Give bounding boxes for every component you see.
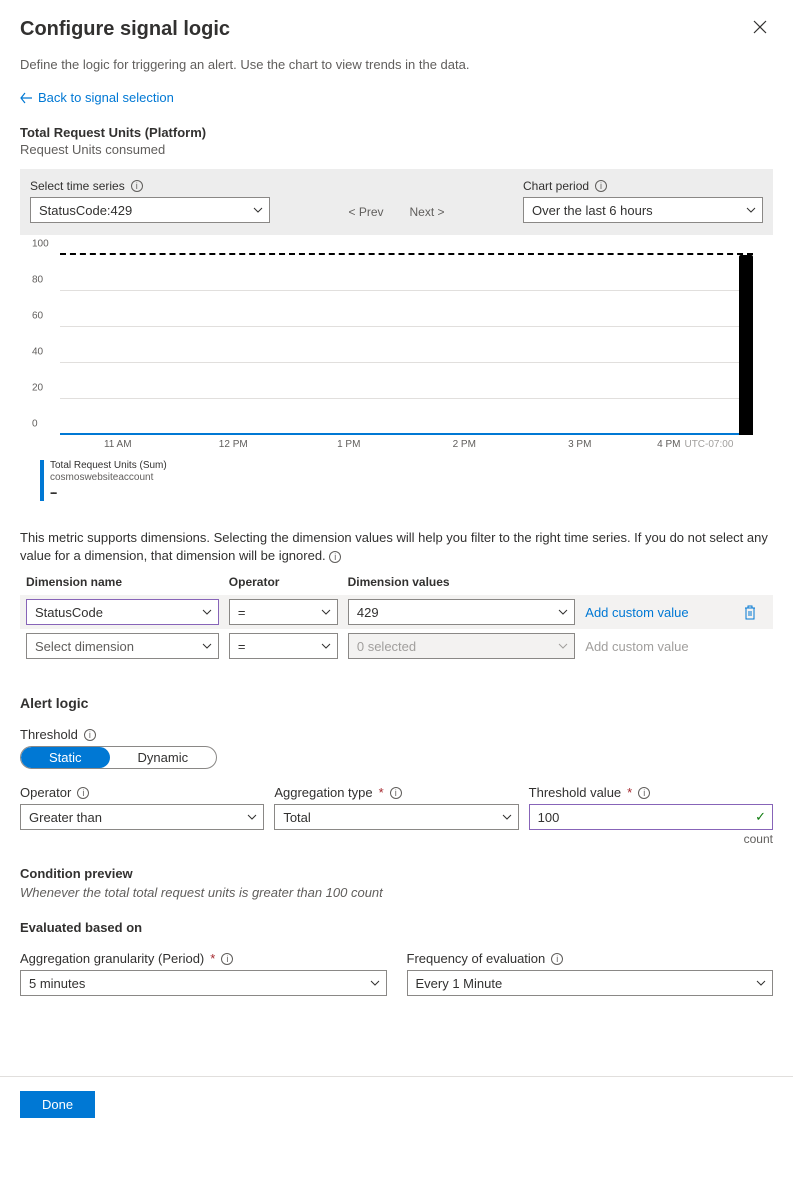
dimension-value-select[interactable]: 0 selected (348, 633, 575, 659)
timeseries-label: Select time series (30, 179, 125, 193)
chevron-down-icon (202, 607, 212, 617)
info-icon[interactable]: i (131, 180, 143, 192)
add-custom-value-link: Add custom value (585, 639, 733, 654)
dimension-value-select[interactable]: 429 (348, 599, 575, 625)
dimension-name-select[interactable]: Select dimension (26, 633, 219, 659)
close-icon[interactable] (747, 18, 773, 36)
unit-label: count (529, 832, 773, 846)
info-icon[interactable]: i (77, 787, 89, 799)
page-title: Configure signal logic (20, 18, 230, 41)
dimension-row: StatusCode = 429 Add custom value (20, 595, 773, 629)
info-icon[interactable]: i (638, 787, 650, 799)
info-icon[interactable]: i (329, 551, 341, 563)
chevron-down-icon (502, 812, 512, 822)
chevron-down-icon (746, 205, 756, 215)
condition-preview-heading: Condition preview (20, 866, 773, 881)
done-button[interactable]: Done (20, 1091, 95, 1118)
timeseries-select[interactable]: StatusCode:429 (30, 197, 270, 223)
evaluated-heading: Evaluated based on (20, 920, 773, 935)
threshold-line (60, 253, 753, 255)
footer-bar: Done (0, 1076, 793, 1132)
dimension-row: Select dimension = 0 selected Add custom… (20, 629, 773, 663)
chart-legend: Total Request Units (Sum) cosmoswebsitea… (40, 460, 763, 501)
info-icon[interactable]: i (84, 729, 96, 741)
alert-logic-heading: Alert logic (20, 695, 773, 711)
chart-period-select[interactable]: Over the last 6 hours (523, 197, 763, 223)
dimensions-table: Dimension name Operator Dimension values… (20, 575, 773, 663)
info-icon[interactable]: i (595, 180, 607, 192)
chevron-down-icon (247, 812, 257, 822)
dimension-op-select[interactable]: = (229, 633, 338, 659)
condition-preview-text: Whenever the total total request units i… (20, 885, 773, 900)
chevron-down-icon (321, 641, 331, 651)
frequency-select[interactable]: Every 1 Minute (407, 970, 774, 996)
prev-button[interactable]: < Prev (342, 205, 389, 219)
dimension-op-select[interactable]: = (229, 599, 338, 625)
subtitle: Define the logic for triggering an alert… (20, 57, 773, 72)
back-link-label: Back to signal selection (38, 90, 174, 105)
chevron-down-icon (558, 607, 568, 617)
threshold-static[interactable]: Static (21, 747, 110, 768)
delete-icon[interactable] (743, 604, 767, 620)
back-link[interactable]: Back to signal selection (20, 90, 174, 105)
data-peak (739, 255, 753, 435)
check-icon: ✓ (755, 809, 766, 825)
data-line (60, 433, 753, 435)
threshold-toggle[interactable]: Static Dynamic (20, 746, 217, 769)
dimensions-note: This metric supports dimensions. Selecti… (20, 530, 768, 563)
chevron-down-icon (321, 607, 331, 617)
chart-area: 0 20 40 60 80 100 11 AM 12 PM 1 PM 2 PM … (20, 235, 773, 509)
chart-controls-bar: Select time series i StatusCode:429 < Pr… (20, 169, 773, 235)
chevron-down-icon (756, 978, 766, 988)
info-icon[interactable]: i (221, 953, 233, 965)
threshold-dynamic[interactable]: Dynamic (110, 747, 217, 768)
threshold-value-input[interactable]: 100✓ (529, 804, 773, 830)
chevron-down-icon (202, 641, 212, 651)
signal-desc: Request Units consumed (20, 142, 773, 157)
chart-period-label: Chart period (523, 179, 589, 193)
operator-select[interactable]: Greater than (20, 804, 264, 830)
chevron-down-icon (370, 978, 380, 988)
aggregation-select[interactable]: Total (274, 804, 518, 830)
aggregation-period-select[interactable]: 5 minutes (20, 970, 387, 996)
add-custom-value-link[interactable]: Add custom value (585, 605, 733, 620)
threshold-label: Threshold (20, 727, 78, 742)
dimension-name-select[interactable]: StatusCode (26, 599, 219, 625)
chevron-down-icon (558, 641, 568, 651)
info-icon[interactable]: i (551, 953, 563, 965)
next-button[interactable]: Next > (404, 205, 451, 219)
chevron-down-icon (253, 205, 263, 215)
info-icon[interactable]: i (390, 787, 402, 799)
signal-name: Total Request Units (Platform) (20, 125, 773, 140)
